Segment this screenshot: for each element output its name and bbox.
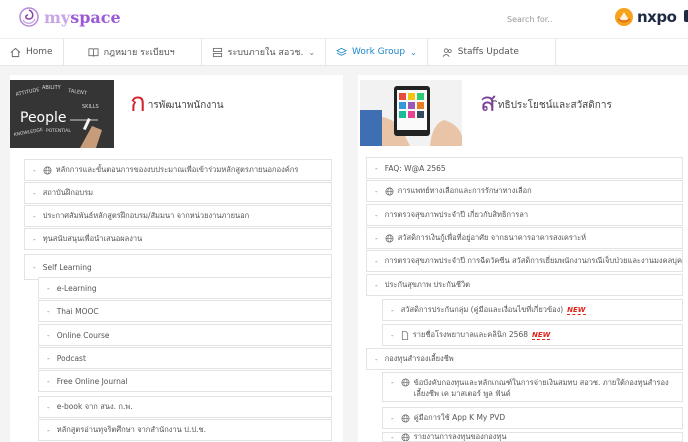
chalk-word: ABILITY	[42, 85, 62, 91]
top-bar: myspace Search for.. nxpo	[0, 0, 688, 38]
search-input[interactable]: Search for..	[503, 10, 593, 28]
list-item-label: ข้อบังคับกองทุนและหลักเกณฑ์ในการจ่ายเงิน…	[413, 378, 669, 398]
list-item-label: การแพทย์ทางเลือกและการรักษาทางเลือก	[397, 186, 532, 195]
list-item-label: Free Online Journal	[56, 376, 128, 386]
list-item-label: ประกาศสัมพันธ์หลักสูตรฝึกอบรม/สัมมนา จาก…	[42, 211, 250, 220]
nav-laws[interactable]: กฎหมาย ระเบียบฯ	[64, 39, 202, 65]
chevron-down-icon: ⌄	[308, 47, 316, 57]
title-text: ารพัฒนาพนักงาน	[147, 100, 224, 111]
nav-home-label: Home	[26, 47, 53, 57]
sub-list-item[interactable]: - Free Online Journal	[38, 370, 332, 392]
main-nav: Home กฎหมาย ระเบียบฯ ระบบภายใน สอวช. ⌄ W…	[0, 38, 688, 66]
nav-work-group-label: Work Group	[352, 47, 406, 57]
list-item-label: สวัสดิการประกันกลุ่ม (คู่มือและเงื่อนไขท…	[400, 305, 564, 314]
list-item-label: Thai MOOC	[56, 306, 99, 316]
list-item[interactable]: - กองทุนสำรองเลี้ยงชีพ	[366, 348, 683, 370]
sub-list-item[interactable]: - Podcast	[38, 347, 332, 369]
list-item[interactable]: - ประกาศสัมพันธ์หลักสูตรฝึกอบรม/สัมมนา จ…	[24, 205, 332, 227]
chevron-down-icon: ⌄	[410, 47, 417, 57]
globe-icon	[385, 234, 394, 242]
list-item[interactable]: - สถาบันฝึกอบรม	[24, 182, 332, 204]
sub-list-item[interactable]: - สวัสดิการประกันกลุ่ม (คู่มือและเงื่อนไ…	[382, 299, 683, 321]
chalk-word: POTENTIAL	[46, 128, 71, 134]
list-item[interactable]: - หลักการและขั้นตอนการของงบประมาณเพื่อเข…	[24, 159, 332, 181]
swirl-logo-icon	[19, 7, 39, 27]
globe-icon	[385, 187, 394, 195]
nav-staffs-update[interactable]: Staffs Update	[428, 39, 556, 65]
title-initial: ก	[130, 88, 146, 118]
list-item-label: หลักสูตรอ่านทุจริตศึกษา จากสำนักงาน ป.ป.…	[56, 425, 206, 434]
list-item-label: คู่มือการใช้ App K My PVD	[413, 413, 506, 422]
book-icon	[88, 47, 99, 57]
nxpo-mark-icon	[615, 8, 633, 26]
list-item-label: FAQ: W@A 2565	[384, 163, 446, 173]
globe-icon	[401, 378, 410, 387]
list-item[interactable]: - การตรวจสุขภาพประจำปี เกี่ยวกับสิทธิการ…	[366, 204, 683, 226]
home-icon	[10, 47, 21, 57]
list-item-label: กองทุนสำรองเลี้ยงชีพ	[384, 354, 454, 363]
list-item[interactable]: - FAQ: W@A 2565	[366, 157, 683, 179]
title-text: ิทธิประโยชน์และสวัสดิการ	[497, 100, 612, 111]
nav-laws-label: กฎหมาย ระเบียบฯ	[103, 48, 175, 58]
list-item-label: หลักการและขั้นตอนการของงบประมาณเพื่อเข้า…	[55, 165, 299, 174]
list-item-label: ประกันสุขภาพ ประกันชีวิต	[384, 280, 471, 289]
people-skills-image: ATTITUDE ABILITY TALENT SKILLS People KN…	[10, 80, 114, 148]
nav-staffs-label: Staffs Update	[457, 47, 519, 57]
sub-list-item[interactable]: - รายงานการลงทุนของกองทุน	[382, 432, 683, 442]
sub-list-item[interactable]: - e-book จาก สนง. ก.พ.	[38, 396, 332, 418]
nav-home[interactable]: Home	[0, 39, 64, 65]
nav-internal-systems[interactable]: ระบบภายใน สอวช. ⌄	[202, 39, 327, 65]
document-icon	[401, 330, 408, 340]
sub-list-item[interactable]: - หลักสูตรอ่านทุจริตศึกษา จากสำนักงาน ป.…	[38, 419, 332, 441]
sub-list-item[interactable]: - ข้อบังคับกองทุนและหลักเกณฑ์ในการจ่ายเง…	[382, 372, 683, 402]
section-title: ส ิทธิประโยชน์และสวัสดิการ	[480, 88, 612, 116]
myspace-logo[interactable]: myspace	[18, 6, 121, 28]
list-item-label: รายชื่อโรงพยาบาลและคลินิก 2568	[412, 330, 528, 339]
globe-icon	[43, 166, 52, 174]
list-item-label: สถาบันฝึกอบรม	[42, 188, 94, 197]
benefits-image	[360, 80, 462, 146]
nxpo-text: nxpo	[637, 8, 677, 26]
logo-text: myspace	[44, 7, 121, 27]
layers-icon	[336, 47, 348, 56]
sub-list-item[interactable]: - Thai MOOC	[38, 300, 332, 322]
list-item[interactable]: - ทุนสนับสนุนเพื่อนำเสนอผลงาน	[24, 228, 332, 250]
sub-list-item[interactable]: - e-Learning	[38, 277, 332, 299]
sub-list-item[interactable]: - Online Course	[38, 324, 332, 346]
title-initial: ส	[480, 88, 496, 118]
chalk-word: People	[20, 110, 67, 126]
list-item[interactable]: - การตรวจสุขภาพประจำปี การฉีดวัคซีน สวัส…	[366, 250, 683, 272]
list-item-label: การตรวจสุขภาพประจำปี การฉีดวัคซีน สวัสดิ…	[384, 256, 683, 265]
list-item-label: e-book จาก สนง. ก.พ.	[56, 402, 133, 411]
list-item-label: Podcast	[56, 353, 86, 363]
list-item[interactable]: - การแพทย์ทางเลือกและการรักษาทางเลือก	[366, 180, 683, 202]
new-badge: NEW	[567, 305, 586, 315]
globe-icon	[401, 433, 410, 441]
list-item-label: รายงานการลงทุนของกองทุน	[413, 432, 507, 441]
list-item-label: สวัสดิการเงินกู้เพื่อที่อยู่อาศัย จากธนา…	[397, 233, 587, 242]
sub-list-item[interactable]: - คู่มือการใช้ App K My PVD	[382, 407, 683, 429]
nav-work-group[interactable]: Work Group ⌄	[326, 39, 428, 65]
chalk-word: SKILLS	[82, 104, 99, 110]
new-badge: NEW	[532, 330, 551, 340]
list-item-label: ทุนสนับสนุนเพื่อนำเสนอผลงาน	[42, 234, 143, 243]
globe-icon	[401, 414, 410, 422]
account-icon[interactable]	[684, 10, 688, 22]
nxpo-logo[interactable]: nxpo	[614, 7, 677, 27]
list-item-label: การตรวจสุขภาพประจำปี เกี่ยวกับสิทธิการลา	[384, 210, 529, 219]
list-item-label: Self Learning	[42, 262, 92, 272]
server-icon	[212, 47, 222, 57]
list-item-label: e-Learning	[56, 283, 97, 293]
sub-list-item[interactable]: - รายชื่อโรงพยาบาลและคลินิก 2568 NEW	[382, 324, 683, 346]
nav-internal-label: ระบบภายใน สอวช.	[227, 48, 304, 58]
users-icon	[442, 47, 452, 57]
list-item-label: Online Course	[56, 330, 110, 340]
list-item[interactable]: - สวัสดิการเงินกู้เพื่อที่อยู่อาศัย จากธ…	[366, 227, 683, 249]
list-item[interactable]: - ประกันสุขภาพ ประกันชีวิต	[366, 274, 683, 296]
section-title: ก ารพัฒนาพนักงาน	[130, 88, 224, 116]
